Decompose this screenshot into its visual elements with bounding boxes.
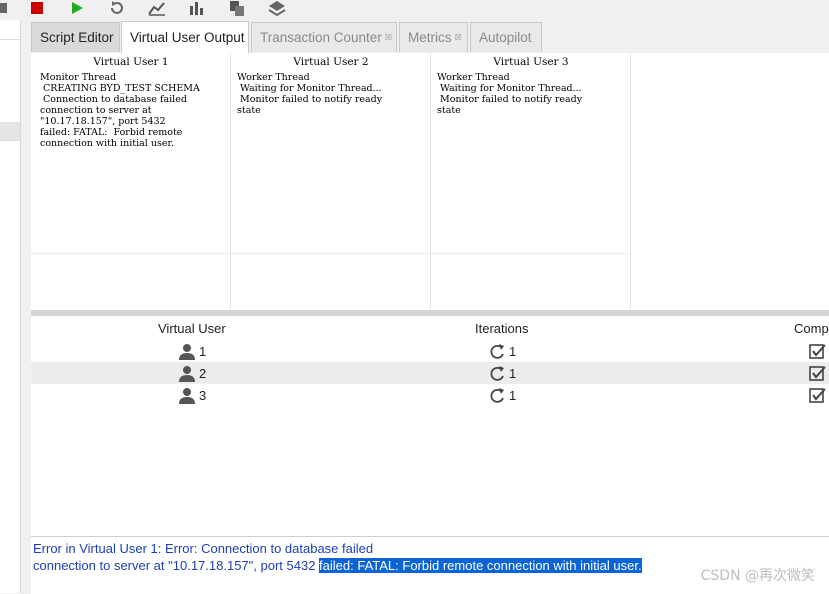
tab-bar: Script Editor Virtual User Output Transa… xyxy=(30,21,829,53)
reload-icon xyxy=(490,387,504,403)
virtual-user-title: Virtual User 1 xyxy=(93,56,169,68)
table-row[interactable]: 1 1 xyxy=(31,340,829,362)
layers-icon[interactable] xyxy=(267,0,287,16)
tab-script-editor[interactable]: Script Editor xyxy=(31,22,120,52)
virtual-user-log: Worker Thread Waiting for Monitor Thread… xyxy=(437,72,583,116)
virtual-user-log: Monitor Thread CREATING BYD_TEST SCHEMA … xyxy=(40,72,200,149)
virtual-user-table: Virtual User Iterations Comp 1 1 2 1 3 1 xyxy=(31,316,829,536)
copy-icon[interactable] xyxy=(227,0,247,16)
tab-transaction-counter[interactable]: Transaction Counter ☒ xyxy=(251,22,397,52)
reload-icon xyxy=(490,343,504,359)
close-icon[interactable]: ☒ xyxy=(455,33,462,42)
column-header-virtual-user[interactable]: Virtual User xyxy=(158,321,226,336)
table-row[interactable]: 2 1 xyxy=(31,362,829,384)
left-panel-selected-row[interactable] xyxy=(0,122,20,140)
virtual-user-title: Virtual User 2 xyxy=(293,56,369,68)
table-row[interactable]: 3 1 xyxy=(31,384,829,406)
user-icon xyxy=(179,387,195,404)
play-icon[interactable] xyxy=(67,0,87,16)
user-icon xyxy=(179,365,195,382)
user-icon xyxy=(179,343,195,360)
left-panel xyxy=(0,20,21,593)
virtual-user-output-1: Virtual User 1 Monitor Thread CREATING B… xyxy=(31,53,231,310)
close-icon[interactable]: ☒ xyxy=(385,33,392,42)
checkbox-icon xyxy=(809,344,826,359)
tab-autopilot[interactable]: Autopilot xyxy=(470,22,542,52)
checkbox-icon xyxy=(809,388,826,403)
selected-text: failed: FATAL: Forbid remote connection … xyxy=(319,558,642,573)
line-chart-icon[interactable] xyxy=(147,0,167,16)
reload-icon xyxy=(490,365,504,381)
virtual-user-output-panel: Virtual User 1 Monitor Thread CREATING B… xyxy=(31,53,829,310)
virtual-user-title: Virtual User 3 xyxy=(493,56,569,68)
virtual-user-output-3: Virtual User 3 Worker Thread Waiting for… xyxy=(431,53,631,310)
console-line: Error in Virtual User 1: Error: Connecti… xyxy=(33,541,374,556)
watermark: CSDN @再次微笑 xyxy=(700,568,815,584)
partial-icon[interactable] xyxy=(0,0,14,16)
column-header-complete[interactable]: Comp xyxy=(794,321,829,336)
refresh-icon[interactable] xyxy=(107,0,127,16)
stop-icon[interactable] xyxy=(27,0,47,16)
virtual-user-log: Worker Thread Waiting for Monitor Thread… xyxy=(237,72,383,116)
column-header-iterations[interactable]: Iterations xyxy=(475,321,528,336)
tab-metrics[interactable]: Metrics ☒ xyxy=(399,22,468,52)
console-line: connection to server at "10.17.18.157", … xyxy=(33,558,642,573)
tab-virtual-user-output[interactable]: Virtual User Output xyxy=(121,21,249,53)
virtual-user-output-2: Virtual User 2 Worker Thread Waiting for… xyxy=(231,53,431,310)
toolbar xyxy=(0,0,829,20)
bar-chart-icon[interactable] xyxy=(187,0,207,16)
checkbox-icon xyxy=(809,366,826,381)
